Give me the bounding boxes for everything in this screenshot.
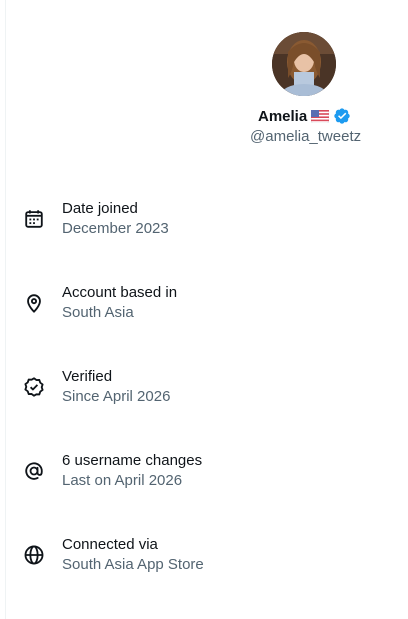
about-row-connected-via: Connected via South Asia App Store	[0, 532, 408, 616]
row-title: Account based in	[62, 284, 178, 301]
about-row-username-changes: 6 username changes Last on April 2026	[0, 448, 408, 532]
calendar-icon	[23, 208, 45, 230]
about-account-list: Date joined December 2023 Account based …	[0, 196, 408, 616]
globe-icon	[23, 544, 45, 566]
row-subtitle: Last on April 2026	[62, 472, 183, 489]
name-row: Amelia	[258, 106, 351, 126]
row-title: Verified	[62, 368, 113, 385]
row-title: Connected via	[62, 536, 158, 553]
avatar[interactable]	[272, 32, 336, 96]
about-row-verified: Verified Since April 2026	[0, 364, 408, 448]
row-title: Date joined	[62, 200, 138, 217]
avatar-image	[272, 32, 336, 96]
row-subtitle: South Asia	[62, 304, 134, 321]
verified-badge-icon[interactable]	[333, 107, 351, 125]
row-subtitle: South Asia App Store	[62, 556, 204, 573]
location-pin-icon	[23, 292, 45, 314]
about-row-account-based-in: Account based in South Asia	[0, 280, 408, 364]
at-sign-icon	[23, 460, 45, 482]
display-name[interactable]: Amelia	[258, 108, 307, 125]
username-handle[interactable]: @amelia_tweetz	[250, 128, 361, 145]
verified-outline-icon	[23, 376, 45, 398]
row-subtitle: December 2023	[62, 220, 169, 237]
row-subtitle: Since April 2026	[62, 388, 171, 405]
us-flag-icon	[311, 109, 330, 123]
about-row-date-joined: Date joined December 2023	[0, 196, 408, 280]
row-title: 6 username changes	[62, 452, 203, 469]
